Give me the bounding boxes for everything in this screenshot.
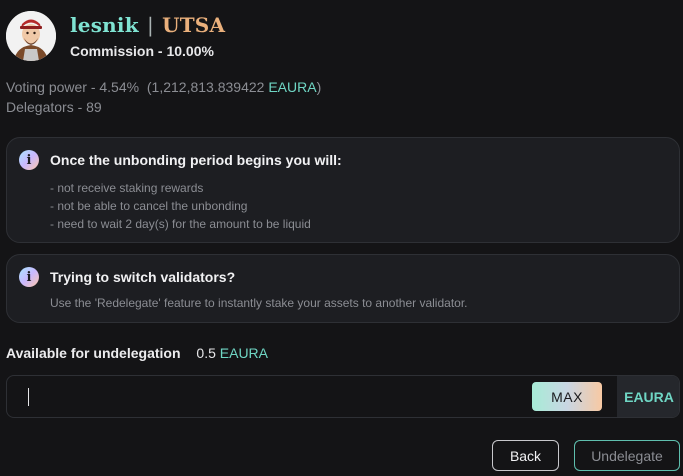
validator-header: lesnik | UTSA Commission - 10.00% (6, 10, 225, 62)
voting-power-line: Voting power - 4.54% (1,212,813.839422 E… (6, 77, 321, 97)
delegators-count: Delegators - 89 (6, 99, 102, 115)
max-button[interactable]: MAX (532, 382, 602, 411)
voting-power-amount: (1,212,813.839422 (146, 79, 265, 95)
undelegate-button[interactable]: Undelegate (574, 440, 680, 471)
amount-denom: EAURA (617, 376, 679, 417)
available-amount: 0.5 (196, 345, 216, 361)
avatar-illustration (6, 11, 56, 61)
amount-input[interactable] (7, 376, 527, 417)
list-item: - not receive staking rewards (50, 181, 204, 195)
validator-avatar (6, 11, 56, 61)
validator-org: UTSA (162, 13, 226, 37)
validator-commission: Commission - 10.00% (70, 43, 214, 59)
available-for-undelegation: Available for undelegation 0.5 EAURA (6, 345, 268, 361)
switch-notice-title: Trying to switch validators? (50, 269, 236, 285)
validator-title: lesnik | UTSA (70, 13, 225, 37)
voting-power-label: Voting power - 4.54% (6, 79, 140, 95)
validator-name: lesnik (70, 13, 139, 37)
back-button[interactable]: Back (492, 440, 559, 471)
switch-notice-text: Use the 'Redelegate' feature to instantl… (50, 296, 468, 310)
info-icon: i (19, 267, 39, 287)
unbonding-notice: i Once the unbonding period begins you w… (6, 137, 680, 243)
text-caret (28, 388, 29, 406)
list-item: - need to wait 2 day(s) for the amount t… (50, 217, 311, 231)
voting-power-denom: EAURA (268, 79, 317, 95)
voting-power-close: ) (316, 79, 322, 95)
unbonding-notice-list: - not receive staking rewards - not be a… (50, 179, 311, 233)
list-item: - not be able to cancel the unbonding (50, 199, 248, 213)
amount-field: MAX EAURA (6, 375, 680, 418)
validator-name-separator: | (146, 13, 154, 37)
info-icon: i (19, 150, 39, 170)
unbonding-notice-title: Once the unbonding period begins you wil… (50, 152, 342, 168)
available-denom: EAURA (219, 345, 268, 361)
validator-stats: Voting power - 4.54% (1,212,813.839422 E… (6, 77, 321, 117)
switch-validators-notice: i Trying to switch validators? Use the '… (6, 254, 680, 323)
available-label: Available for undelegation (6, 345, 181, 361)
